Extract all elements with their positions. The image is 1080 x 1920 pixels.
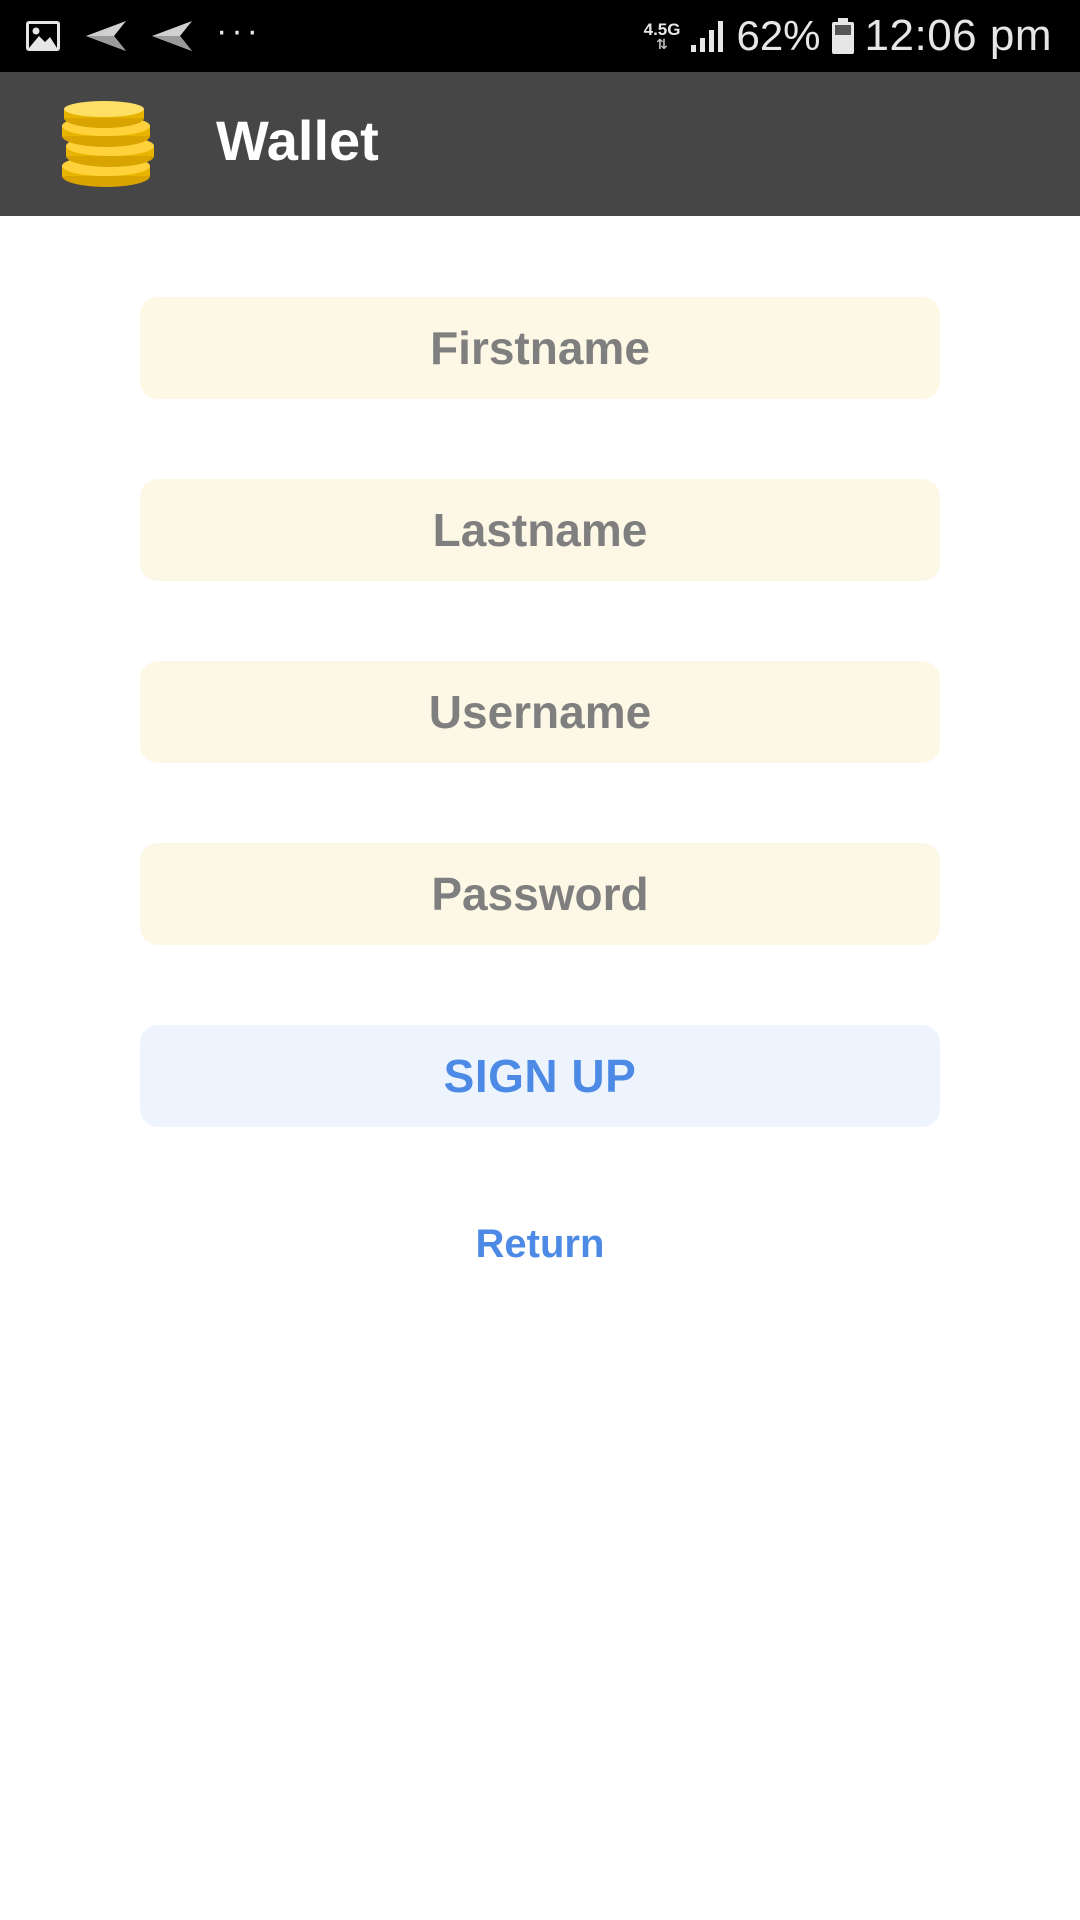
more-dots-icon: ··· (216, 12, 262, 50)
battery-percent: 62% (736, 12, 821, 59)
coins-icon (62, 101, 154, 187)
signup-button[interactable]: SIGN UP (140, 1025, 940, 1127)
signal-icon (691, 21, 724, 52)
send-icon (152, 21, 192, 51)
clock: 12:06 pm (864, 11, 1052, 60)
data-arrows-icon: ⇅ (656, 36, 668, 52)
status-right: 4.5G ⇅ 62% 12:06 pm (634, 0, 1052, 72)
battery-icon (831, 18, 854, 54)
return-link[interactable]: Return (0, 1222, 1080, 1267)
lastname-input[interactable] (140, 479, 940, 581)
password-input[interactable] (140, 843, 940, 945)
network-indicator: 4.5G ⇅ (644, 21, 681, 52)
app-title: Wallet (216, 109, 379, 172)
send-icon (86, 21, 126, 51)
status-bar: ··· 4.5G ⇅ 62% 12:06 pm (0, 0, 1080, 72)
screen: ··· 4.5G ⇅ 62% 12:06 pm Wallet Firstname… (0, 0, 1080, 1920)
firstname-input[interactable] (140, 297, 940, 399)
app-bar: Wallet (0, 72, 1080, 216)
status-left: ··· (24, 12, 284, 56)
username-input[interactable] (140, 661, 940, 763)
gallery-icon (26, 21, 60, 51)
